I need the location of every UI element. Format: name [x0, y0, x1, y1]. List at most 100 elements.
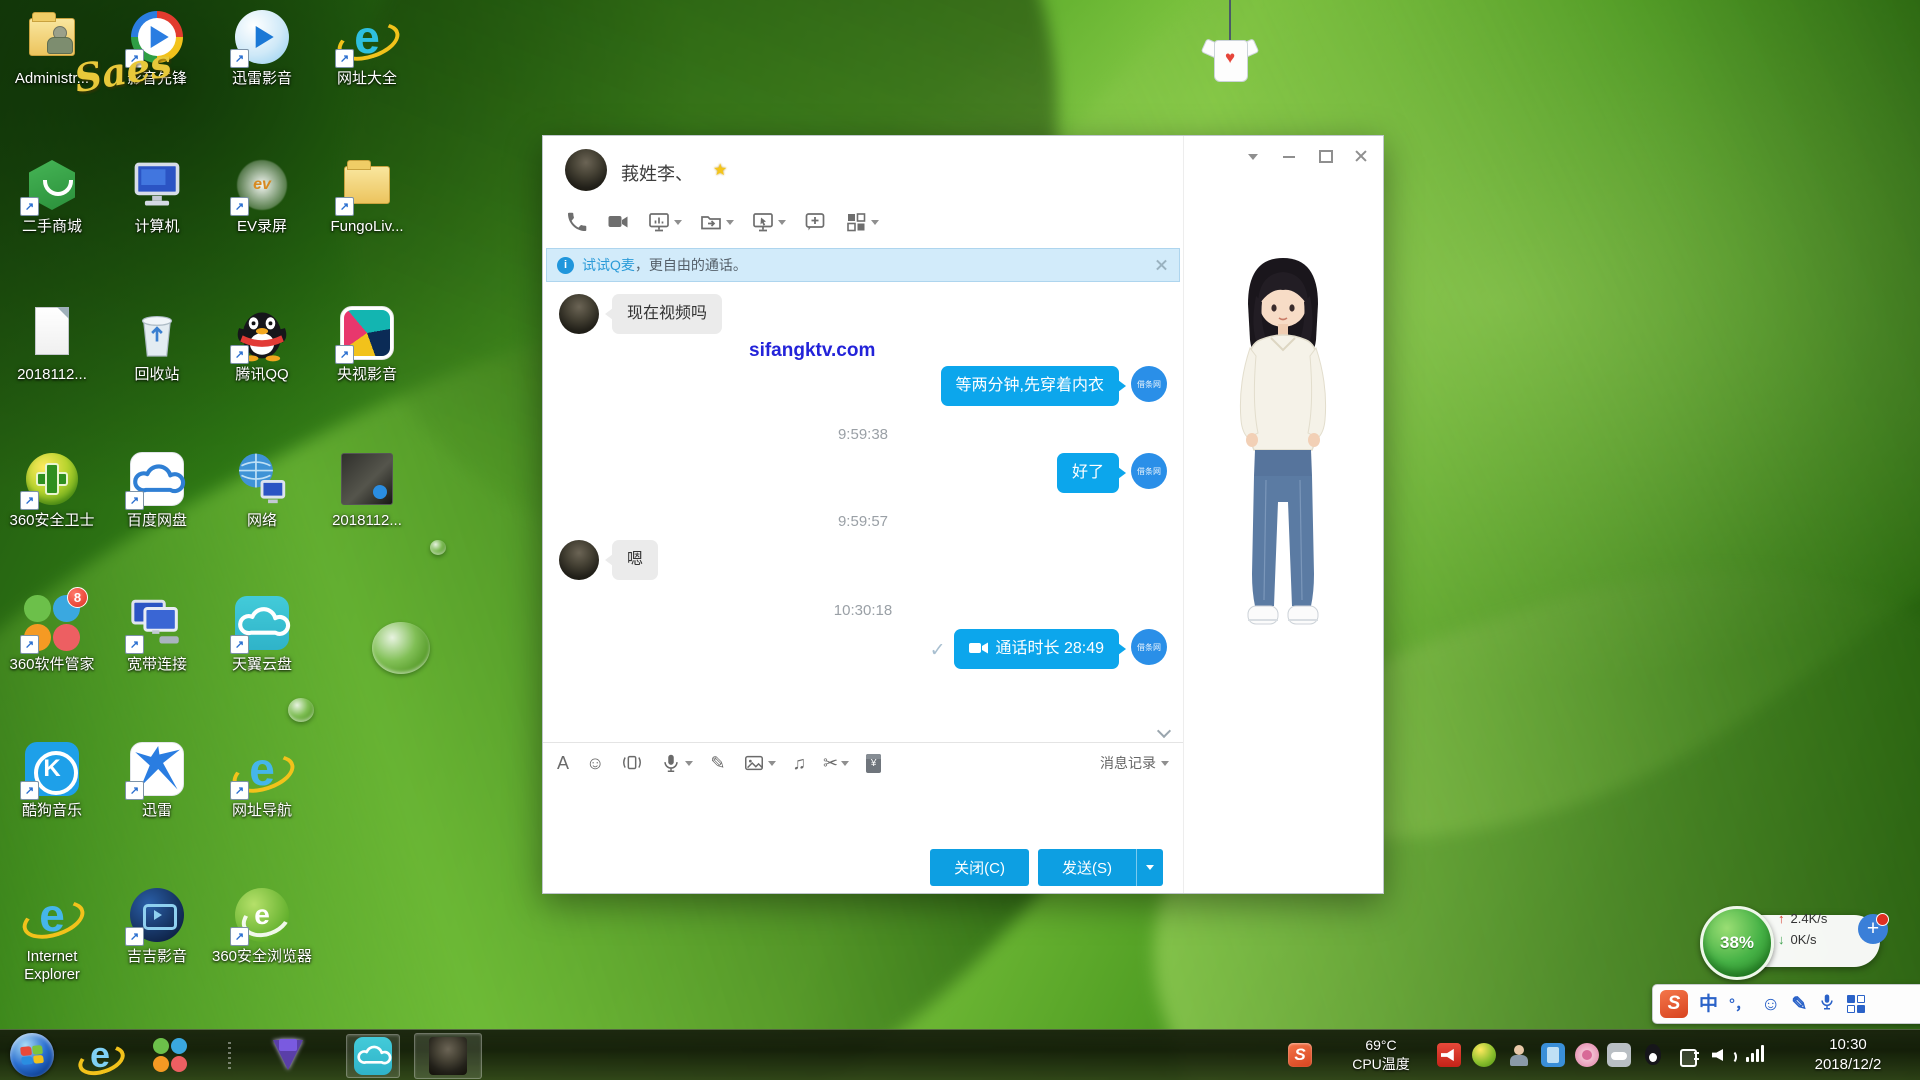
start-button[interactable]	[8, 1030, 56, 1080]
message-input[interactable]	[543, 783, 1183, 839]
ie-logo-icon: e ↗	[233, 740, 291, 798]
tray-cloud-icon[interactable]	[1607, 1043, 1631, 1067]
window-menu-caret-icon[interactable]	[1245, 148, 1261, 164]
desktop-icon-baidu-netdisk[interactable]: ↗ 百度网盘	[105, 450, 209, 530]
ime-toolbox-button[interactable]	[1847, 995, 1865, 1013]
desktop-icon-360-safe[interactable]: ↗ 360安全卫士	[0, 450, 104, 530]
sogou-logo-icon[interactable]: S	[1660, 990, 1688, 1018]
red-packet-button[interactable]: ¥	[866, 754, 881, 773]
xunlei-player-icon: ↗	[233, 8, 291, 66]
peer-avatar[interactable]	[559, 294, 599, 334]
own-avatar[interactable]: 借条网	[1131, 629, 1167, 665]
tray-flower-icon[interactable]	[1575, 1043, 1599, 1067]
desktop-icon-ev-recorder[interactable]: ev ↗ EV录屏	[210, 156, 314, 236]
send-button[interactable]: 发送(S)	[1038, 849, 1136, 886]
ime-punctuation-toggle[interactable]: °，	[1729, 997, 1750, 1012]
create-session-button[interactable]	[799, 208, 831, 236]
peer-avatar[interactable]	[559, 540, 599, 580]
tray-sogou-icon[interactable]: S	[1288, 1043, 1312, 1067]
handwriting-button[interactable]: ✎	[710, 753, 725, 774]
taskbar-pinwheel-button[interactable]	[146, 1030, 194, 1080]
send-options-caret[interactable]	[1136, 849, 1163, 886]
video-call-button[interactable]	[602, 208, 634, 236]
remote-desktop-button[interactable]	[747, 208, 790, 236]
tray-network-icon[interactable]	[1744, 1043, 1768, 1067]
water-droplet	[288, 698, 314, 722]
font-button[interactable]: A	[557, 753, 569, 774]
close-window-button[interactable]	[1353, 148, 1369, 164]
desktop-icon-xunlei[interactable]: ↗ 迅雷	[105, 740, 209, 820]
desktop-icon-360-software[interactable]: 8 ↗ 360软件管家	[0, 594, 104, 674]
memory-ball[interactable]: 38%	[1700, 906, 1774, 980]
desktop-icon-jiji-player[interactable]: ↗ 吉吉影音	[105, 886, 209, 966]
water-droplet	[372, 622, 430, 674]
taskbar-qq-chat-button[interactable]	[414, 1033, 482, 1079]
desktop-icon-text-doc[interactable]: 2018112...	[0, 304, 104, 384]
ime-language-toggle[interactable]: 中	[1699, 995, 1718, 1014]
screen-demo-button[interactable]	[643, 208, 686, 236]
info-icon: i	[557, 257, 574, 274]
water-droplet	[430, 540, 446, 555]
desktop-icon-secondhand-mall[interactable]: ↗ 二手商城	[0, 156, 104, 236]
music-button[interactable]: ♫	[793, 753, 807, 774]
qq-show-doll[interactable]	[1208, 244, 1358, 644]
maximize-button[interactable]	[1317, 148, 1333, 164]
accelerate-plus-button[interactable]: +	[1858, 914, 1888, 944]
desktop-icon-360-browser[interactable]: e ↗ 360安全浏览器	[210, 886, 314, 966]
taskbar-cloud-button[interactable]	[346, 1034, 400, 1078]
message-history-button[interactable]: 消息记录	[1100, 753, 1169, 773]
fungoliv-folder-icon: ↗	[338, 156, 396, 214]
desktop-icon-site-navigation[interactable]: e ↗ 网址导航	[210, 740, 314, 820]
timestamp: 10:30:18	[543, 602, 1183, 619]
chat-header: 莪姓李、 ★	[543, 136, 1183, 200]
desktop-icon-video-file[interactable]: 2018112...	[315, 450, 419, 530]
desktop-icon-cctv-player[interactable]: ↗ 央视影音	[315, 304, 419, 384]
taskbar-vplayer-button[interactable]	[262, 1030, 314, 1080]
notice-close-icon[interactable]	[1155, 258, 1169, 272]
tray-power-plug-icon[interactable]	[1676, 1043, 1700, 1067]
desktop-icon-computer[interactable]: 计算机	[105, 156, 209, 236]
desktop-icon-internet-explorer[interactable]: e Internet Explorer	[0, 886, 104, 984]
desktop-icon-tencent-qq[interactable]: ↗ 腾讯QQ	[210, 304, 314, 384]
desktop-icon-network[interactable]: 网络	[210, 450, 314, 530]
tray-volume-icon[interactable]	[1710, 1043, 1734, 1067]
image-button[interactable]	[743, 752, 776, 774]
taskbar-ie-button[interactable]: e	[74, 1030, 126, 1080]
shortcut-arrow-icon: ↗	[20, 197, 39, 216]
tray-announcement-icon[interactable]	[1437, 1043, 1461, 1067]
screenshot-button[interactable]: ✂	[823, 753, 849, 774]
desktop-icon-fungoliv[interactable]: ↗ FungoLiv...	[315, 156, 419, 236]
apps-grid-button[interactable]	[840, 208, 883, 236]
tray-assistant-icon[interactable]	[1507, 1043, 1531, 1067]
emoji-button[interactable]: ☺	[586, 753, 604, 774]
desktop-icon-site-daquan[interactable]: e ↗ 网址大全	[315, 8, 419, 88]
desktop-icon-broadband[interactable]: ↗ 宽带连接	[105, 594, 209, 674]
desktop-icon-tianyi-cloud[interactable]: ↗ 天翼云盘	[210, 594, 314, 674]
text-document-icon	[23, 304, 81, 362]
own-avatar[interactable]: 借条网	[1131, 453, 1167, 489]
desktop-icon-kugou[interactable]: K ↗ 酷狗音乐	[0, 740, 104, 820]
shortcut-arrow-icon: ↗	[335, 345, 354, 364]
own-avatar[interactable]: 借条网	[1131, 366, 1167, 402]
window-shake-button[interactable]	[621, 752, 643, 774]
peer-avatar[interactable]	[565, 149, 607, 191]
minimize-button[interactable]	[1281, 148, 1297, 164]
close-chat-button[interactable]: 关闭(C)	[930, 849, 1029, 886]
desktop-icon-recycle-bin[interactable]: 回收站	[105, 304, 209, 384]
call-duration-bubble[interactable]: 通话时长 28:49	[954, 629, 1120, 669]
voice-call-button[interactable]	[561, 208, 593, 236]
tray-qq-icon[interactable]	[1641, 1043, 1665, 1067]
tray-360-icon[interactable]	[1472, 1043, 1496, 1067]
scroll-to-bottom-icon[interactable]	[1157, 724, 1171, 738]
outgoing-bubble: 好了	[1057, 453, 1119, 493]
ime-handwriting-button[interactable]: ✎	[1791, 995, 1807, 1014]
ime-emoji-button[interactable]: ☺	[1761, 995, 1780, 1014]
voice-message-button[interactable]	[660, 752, 693, 774]
file-transfer-button[interactable]	[695, 208, 738, 236]
tray-mobile-icon[interactable]	[1541, 1043, 1565, 1067]
caret-down-icon	[871, 220, 879, 225]
desktop-icon-xunlei-player[interactable]: ↗ 迅雷影音	[210, 8, 314, 88]
ime-voice-button[interactable]	[1818, 993, 1836, 1015]
qmic-try-link[interactable]: 试试Q麦	[582, 255, 635, 275]
taskbar-clock[interactable]: 10:302018/12/2	[1788, 1035, 1908, 1075]
